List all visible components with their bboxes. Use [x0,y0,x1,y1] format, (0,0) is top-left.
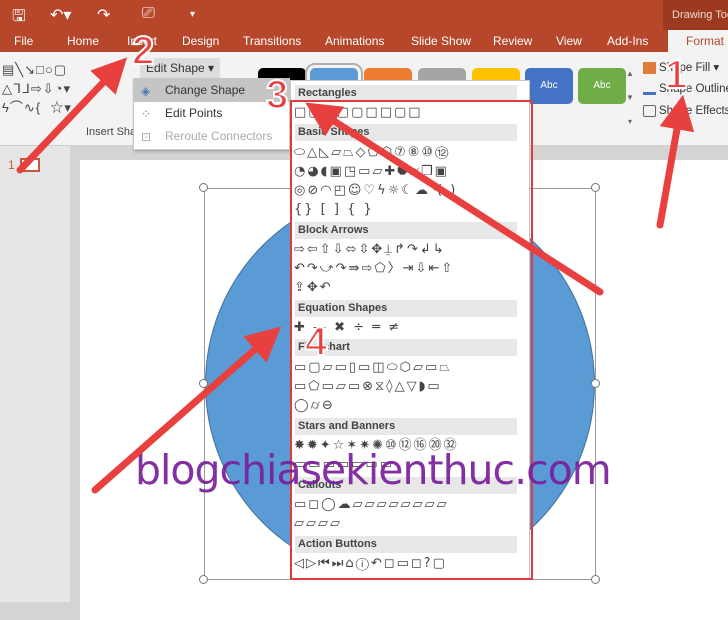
arrow-4 [91,326,282,494]
annotation-4: 4 [305,320,328,364]
arrow-3 [305,102,604,296]
arrow-1 [656,94,695,229]
arrow-2 [16,57,128,174]
annotation-1: 1 [665,53,687,97]
annotation-2: 2 [132,29,154,73]
annotation-overlay: 1 2 3 4 [16,28,695,494]
annotation-3: 3 [266,73,288,117]
